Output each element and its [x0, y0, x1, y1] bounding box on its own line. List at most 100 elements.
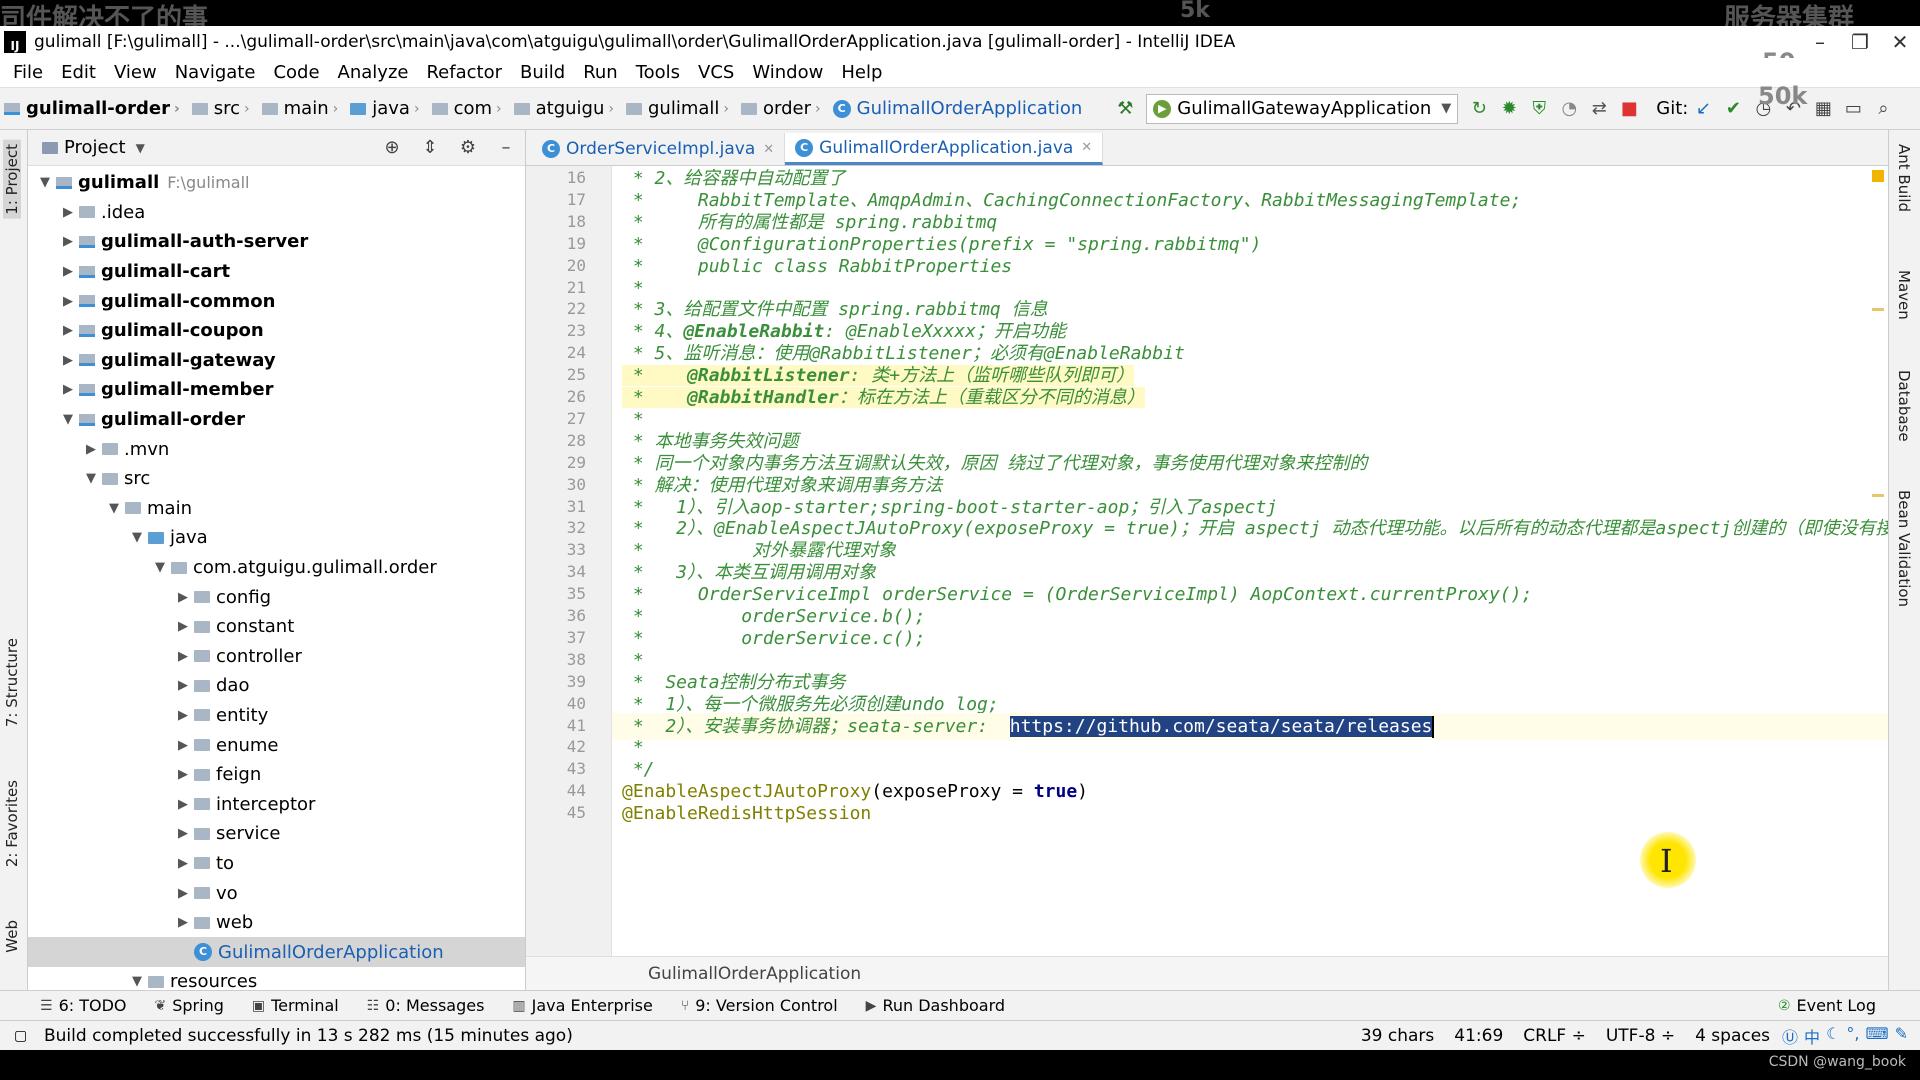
chevron-right-icon[interactable]: ▶ — [57, 264, 79, 279]
breadcrumb-gulimall[interactable]: gulimall › — [624, 98, 739, 119]
collapse-all-icon[interactable]: ⇕ — [411, 137, 449, 158]
status-line-separator[interactable]: CRLF ÷ — [1523, 1026, 1586, 1046]
tree-item[interactable]: ▶ entity — [28, 701, 525, 731]
wrench-icon[interactable]: ✎ — [1895, 1024, 1908, 1048]
tree-item[interactable]: ▶ dao — [28, 671, 525, 701]
toggle-tool-windows-icon[interactable]: ▢ — [14, 1028, 27, 1044]
menu-vcs[interactable]: VCS — [689, 62, 743, 83]
chevron-right-icon[interactable]: ▶ — [172, 678, 194, 693]
chevron-down-icon[interactable]: ▼ — [126, 530, 148, 545]
chevron-right-icon[interactable]: ▶ — [57, 234, 79, 249]
tree-item[interactable]: ▼ resources — [28, 967, 525, 990]
error-stripe-marker[interactable] — [1872, 308, 1884, 311]
chevron-right-icon[interactable]: ▶ — [172, 590, 194, 605]
chevron-down-icon[interactable]: ▼ — [149, 560, 171, 575]
chevron-down-icon[interactable]: ▼ — [34, 175, 56, 190]
restore-button[interactable]: ❐ — [1840, 30, 1880, 54]
menu-analyze[interactable]: Analyze — [329, 62, 418, 83]
chevron-down-icon[interactable]: ▼ — [136, 141, 145, 155]
tree-item[interactable]: ▶ .idea — [28, 198, 525, 228]
run-configuration-select[interactable]: ▶ GulimallGatewayApplication ▼ — [1146, 93, 1459, 124]
gear-icon[interactable]: ⚙ — [449, 137, 487, 158]
chevron-right-icon[interactable]: ▶ — [57, 323, 79, 338]
breadcrumb-atguigu[interactable]: atguigu › — [512, 98, 624, 119]
close-window-button[interactable]: ✕ — [1880, 30, 1920, 54]
tree-item[interactable]: ▶ feign — [28, 760, 525, 790]
project-view-select[interactable]: Project — [64, 137, 126, 158]
breadcrumb-order[interactable]: order › — [739, 98, 831, 119]
debug-icon[interactable]: ✹ — [1494, 98, 1524, 119]
code-line[interactable]: * 2）、安装事务协调器；seata-server: https://githu… — [622, 713, 1435, 740]
tree-item[interactable]: ▶ interceptor — [28, 789, 525, 819]
breadcrumb-main[interactable]: main › — [260, 98, 349, 119]
chevron-right-icon[interactable]: ▶ — [172, 797, 194, 812]
bottom-tab[interactable]: ▣ Terminal — [252, 996, 339, 1015]
close-icon[interactable]: ✕ — [1081, 140, 1092, 155]
tree-item[interactable]: ▼ com.atguigu.gulimall.order — [28, 553, 525, 583]
code-line[interactable]: @EnableRedisHttpSession — [622, 800, 871, 827]
chevron-right-icon[interactable]: ▶ — [172, 738, 194, 753]
tree-item[interactable]: ▼ gulimall F:\gulimall — [28, 168, 525, 198]
chevron-down-icon[interactable]: ▼ — [57, 412, 79, 427]
chevron-down-icon[interactable]: ▼ — [126, 974, 148, 989]
chevron-right-icon[interactable]: ▶ — [57, 353, 79, 368]
hide-panel-icon[interactable]: – — [487, 137, 525, 158]
tool-tab-web[interactable]: Web — [3, 920, 21, 953]
breadcrumb-module[interactable]: gulimall-order › — [0, 98, 190, 119]
presentation-icon[interactable]: ▭ — [1838, 98, 1868, 119]
tool-tab-bean-validation[interactable]: Bean Validation — [1895, 490, 1913, 607]
tree-item[interactable]: ▶ controller — [28, 642, 525, 672]
tree-item[interactable]: ▶ enume — [28, 730, 525, 760]
chevron-right-icon[interactable]: ▶ — [172, 915, 194, 930]
menu-code[interactable]: Code — [264, 62, 328, 83]
error-stripe-marker[interactable] — [1872, 494, 1884, 497]
tree-item[interactable]: ▼ main — [28, 494, 525, 524]
tree-item[interactable]: ▶ service — [28, 819, 525, 849]
chevron-right-icon[interactable]: ▶ — [172, 886, 194, 901]
tree-item[interactable]: ▶ to — [28, 849, 525, 879]
minimize-button[interactable]: – — [1800, 30, 1840, 54]
bottom-tab[interactable]: ▥ Java Enterprise — [512, 996, 652, 1015]
chevron-right-icon[interactable]: ▶ — [172, 619, 194, 634]
coverage-icon[interactable]: ⛨ — [1524, 98, 1554, 119]
close-icon[interactable]: ✕ — [763, 142, 774, 157]
tree-item[interactable]: ▶ config — [28, 582, 525, 612]
project-structure-icon[interactable]: ▦ — [1808, 98, 1838, 119]
tree-item[interactable]: ▼ src — [28, 464, 525, 494]
menu-run[interactable]: Run — [574, 62, 627, 83]
tool-tab-database[interactable]: Database — [1895, 370, 1913, 442]
bottom-tab[interactable]: ▶ Run Dashboard — [866, 996, 1005, 1015]
code-line[interactable]: * public class RabbitProperties — [622, 253, 1012, 280]
selected-url-text[interactable]: https://github.com/seata/seata/releases — [1009, 715, 1433, 737]
build-hammer-icon[interactable]: ⚒ — [1110, 98, 1140, 119]
git-commit-icon[interactable]: ✔ — [1718, 98, 1748, 119]
tree-item[interactable]: ▶ gulimall-member — [28, 375, 525, 405]
chevron-right-icon[interactable]: ▶ — [57, 294, 79, 309]
menu-window[interactable]: Window — [743, 62, 832, 83]
keyboard-icon[interactable]: ⌨ — [1866, 1024, 1889, 1048]
rerun-icon[interactable]: ↻ — [1464, 98, 1494, 119]
menu-tools[interactable]: Tools — [627, 62, 689, 83]
punctuation-icon[interactable]: °, — [1846, 1024, 1859, 1048]
chevron-right-icon[interactable]: ▶ — [172, 826, 194, 841]
tree-item[interactable]: ▶ gulimall-coupon — [28, 316, 525, 346]
moon-icon[interactable]: ☾ — [1826, 1024, 1840, 1048]
tree-item[interactable]: ▶ gulimall-auth-server — [28, 227, 525, 257]
tool-tab-maven[interactable]: Maven — [1895, 270, 1913, 320]
tree-item[interactable]: ▶ web — [28, 908, 525, 938]
code-breadcrumb[interactable]: GulimallOrderApplication — [526, 956, 1888, 990]
breadcrumb-src[interactable]: src › — [190, 98, 260, 119]
chinese-mode-icon[interactable]: 中 — [1804, 1024, 1820, 1048]
search-everywhere-icon[interactable]: ⌕ — [1868, 98, 1898, 119]
status-caret-position[interactable]: 41:69 — [1454, 1026, 1503, 1046]
tool-tab-project[interactable]: 1: Project — [3, 140, 21, 219]
bottom-tab[interactable]: ❦ Spring — [155, 996, 224, 1015]
git-update-icon[interactable]: ↙ — [1688, 98, 1718, 119]
breadcrumb-com[interactable]: com › — [430, 98, 512, 119]
breadcrumb-java[interactable]: java › — [348, 98, 429, 119]
tool-tab-structure[interactable]: 7: Structure — [3, 638, 21, 727]
code-line[interactable]: * @RabbitHandler：标在方法上（重载区分不同的消息） — [622, 384, 1145, 411]
menu-file[interactable]: File — [4, 62, 52, 83]
bottom-tab[interactable]: ☷ 0: Messages — [367, 996, 485, 1015]
tool-tab-ant-build[interactable]: Ant Build — [1895, 144, 1913, 212]
